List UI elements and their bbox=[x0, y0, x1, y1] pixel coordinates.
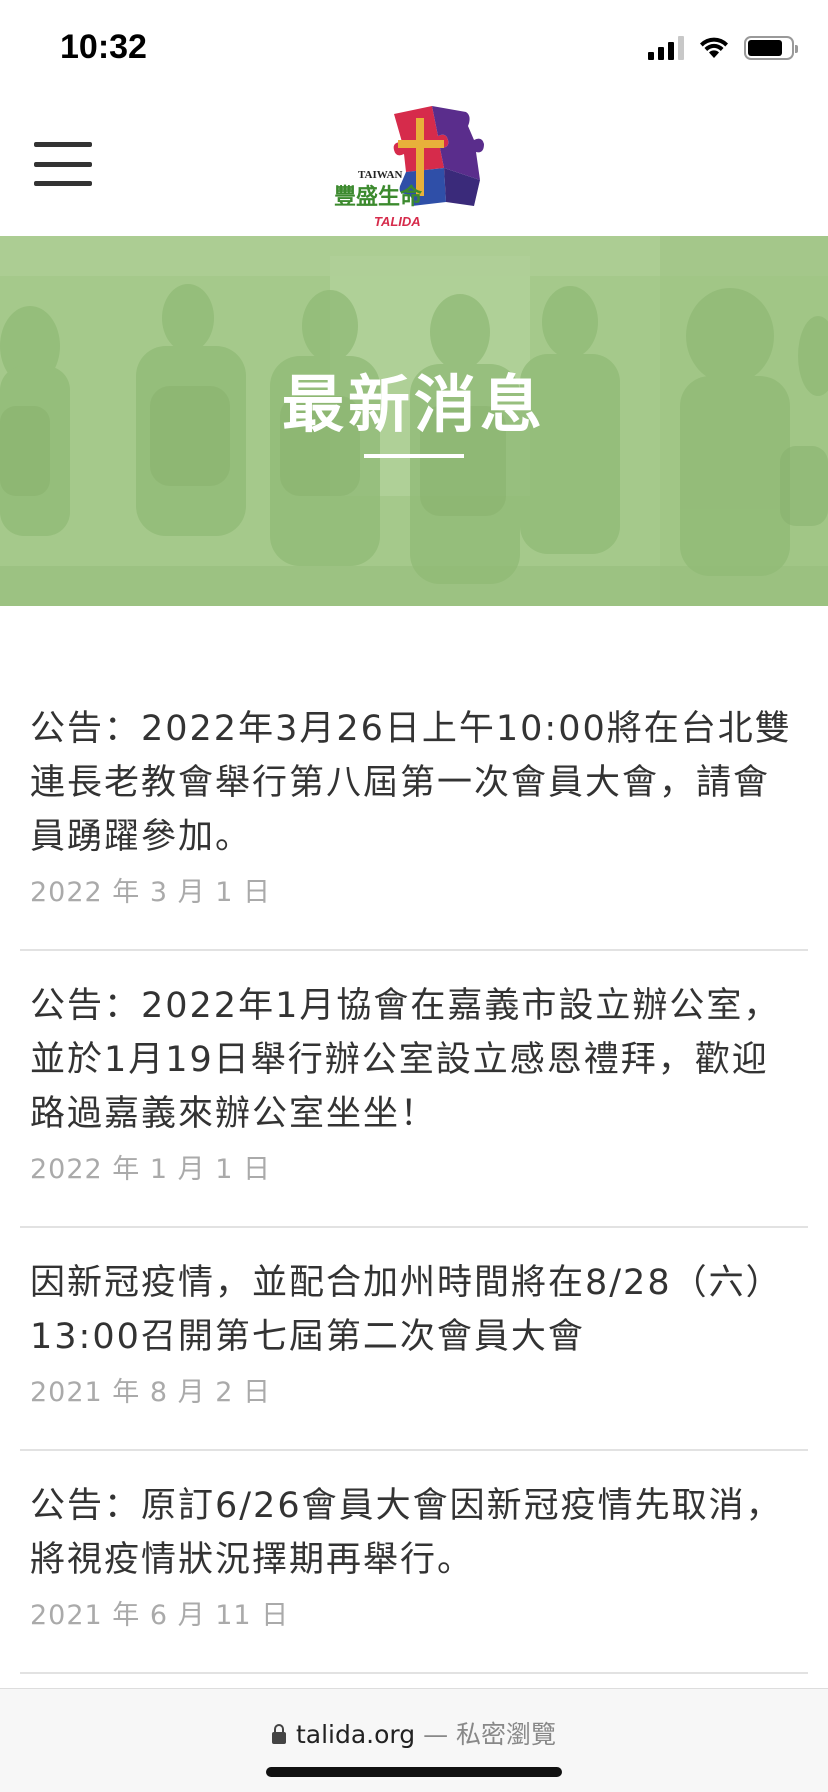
logo-taiwan-text: TAIWAN bbox=[358, 169, 402, 181]
wifi-icon bbox=[700, 37, 728, 58]
talida-logo[interactable]: TAIWAN 豐盛生命 TALIDA bbox=[334, 106, 494, 228]
private-browsing-label: 私密瀏覽 bbox=[456, 1720, 557, 1749]
news-title[interactable]: 公告：2022年1月協會在嘉義市設立辦公室，並於1月19日舉行辦公室設立感恩禮拜… bbox=[30, 979, 798, 1141]
news-date: 2021 年 8 月 2 日 bbox=[30, 1377, 271, 1408]
news-item[interactable]: 公告：原訂6/26會員大會因新冠疫情先取消，將視疫情狀況擇期再舉行。 2021 … bbox=[20, 1451, 808, 1674]
browser-address-bar[interactable]: talida.org — 私密瀏覽 bbox=[0, 1688, 828, 1792]
battery-icon bbox=[744, 36, 798, 60]
logo-chinese-text: 豐盛生命 bbox=[334, 184, 423, 210]
news-item[interactable]: 公告：2022年3月26日上午10:00將在台北雙連長老教會舉行第八屆第一次會員… bbox=[20, 672, 808, 951]
title-underline bbox=[364, 454, 464, 458]
url-domain: talida.org bbox=[295, 1720, 416, 1749]
news-list: 公告：2022年3月26日上午10:00將在台北雙連長老教會舉行第八屆第一次會員… bbox=[20, 672, 808, 1674]
page-title: 最新消息 bbox=[281, 368, 546, 441]
news-item[interactable]: 公告：2022年1月協會在嘉義市設立辦公室，並於1月19日舉行辦公室設立感恩禮拜… bbox=[20, 951, 808, 1228]
logo-talida-text: TALIDA bbox=[374, 214, 421, 228]
lock-icon bbox=[271, 1724, 286, 1744]
status-icons bbox=[648, 36, 798, 60]
status-time: 10:32 bbox=[60, 28, 147, 66]
url-line[interactable]: talida.org — 私密瀏覽 bbox=[0, 1715, 828, 1751]
hamburger-menu-icon[interactable] bbox=[34, 142, 92, 186]
news-item[interactable]: 因新冠疫情，並配合加州時間將在8/28（六）13:00召開第七屆第二次會員大會 … bbox=[20, 1228, 808, 1451]
url-separator: — bbox=[423, 1720, 449, 1749]
news-date: 2022 年 1 月 1 日 bbox=[30, 1154, 271, 1185]
page-banner: 最新消息 bbox=[0, 236, 828, 606]
site-header: TAIWAN 豐盛生命 TALIDA bbox=[0, 96, 828, 236]
news-title[interactable]: 公告：原訂6/26會員大會因新冠疫情先取消，將視疫情狀況擇期再舉行。 bbox=[30, 1479, 798, 1587]
news-title[interactable]: 公告：2022年3月26日上午10:00將在台北雙連長老教會舉行第八屆第一次會員… bbox=[30, 702, 798, 864]
news-date: 2021 年 6 月 11 日 bbox=[30, 1600, 290, 1631]
cellular-signal-icon bbox=[648, 36, 684, 60]
status-bar: 10:32 bbox=[0, 0, 828, 96]
home-indicator[interactable] bbox=[266, 1767, 562, 1777]
news-date: 2022 年 3 月 1 日 bbox=[30, 877, 271, 908]
news-title[interactable]: 因新冠疫情，並配合加州時間將在8/28（六）13:00召開第七屆第二次會員大會 bbox=[30, 1256, 798, 1364]
